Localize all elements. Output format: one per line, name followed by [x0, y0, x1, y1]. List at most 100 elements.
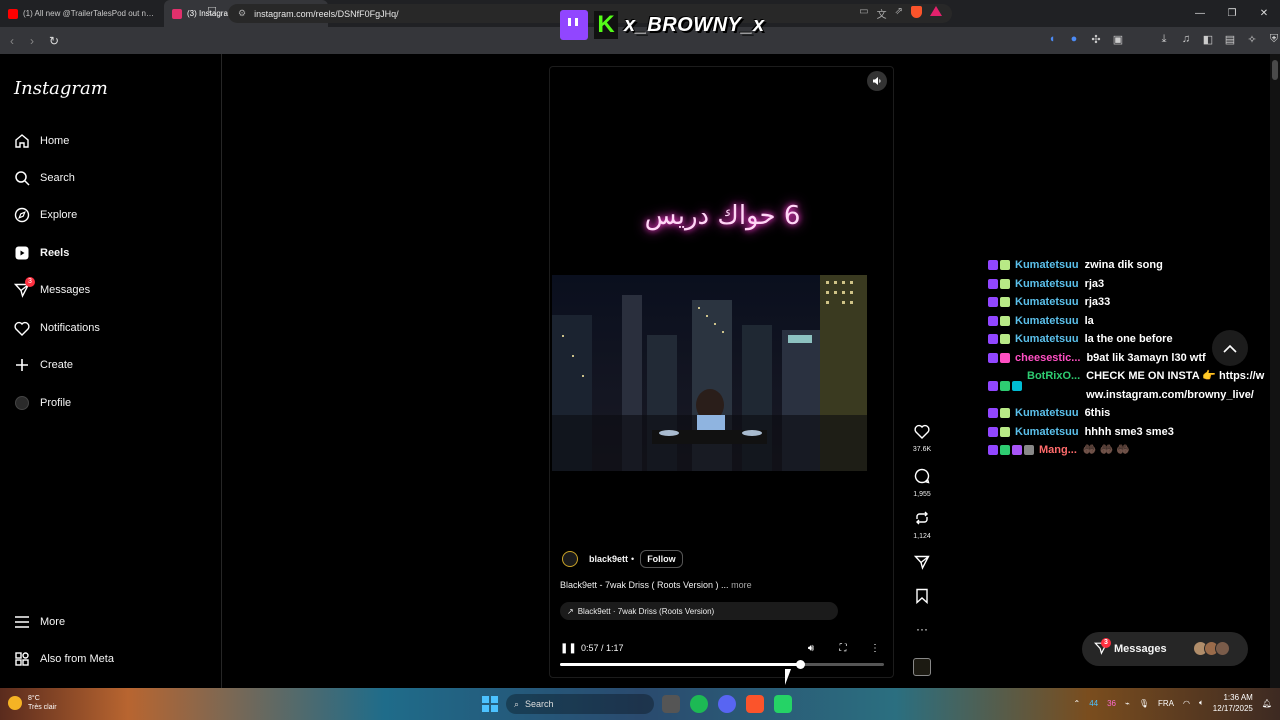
- chat-username[interactable]: Kumatetsuu: [1015, 312, 1079, 331]
- taskbar-search[interactable]: ⌕ Search: [506, 694, 654, 714]
- chat-badge-icon: [1000, 278, 1010, 289]
- sidebar-icon[interactable]: ◧: [1202, 33, 1214, 46]
- volume-icon[interactable]: 🔊︎: [804, 643, 818, 654]
- mute-toggle-button[interactable]: [867, 71, 887, 91]
- chat-username[interactable]: Kumatetsuu: [1015, 275, 1079, 294]
- tray-counter[interactable]: 44: [1089, 699, 1098, 708]
- speaker-icon[interactable]: 🔈︎: [1199, 698, 1204, 708]
- scroll-up-button[interactable]: [1212, 330, 1248, 366]
- leo-icon[interactable]: ✧: [1246, 33, 1258, 46]
- chat-username[interactable]: cheesestic...: [1015, 349, 1080, 368]
- repost-button[interactable]: 1,124: [906, 510, 938, 540]
- network-icon[interactable]: ⌁: [1125, 699, 1130, 708]
- chat-username[interactable]: Kumatetsuu: [1015, 330, 1079, 349]
- chat-username[interactable]: Kumatetsuu: [1015, 404, 1079, 423]
- audio-link[interactable]: ↗ Black9ett · 7wak Driss (Roots Version): [560, 602, 838, 620]
- more-options-icon[interactable]: ···: [906, 622, 938, 636]
- pause-icon[interactable]: ❚❚: [560, 643, 577, 654]
- download-icon[interactable]: ⤓: [1158, 33, 1170, 46]
- instagram-logo[interactable]: Instagram: [14, 78, 108, 99]
- share-button[interactable]: [906, 554, 938, 575]
- messages-button[interactable]: 3 Messages: [1082, 632, 1248, 666]
- chat-username[interactable]: Kumatetsuu: [1015, 423, 1079, 442]
- brave-icon[interactable]: [746, 695, 764, 713]
- follow-button[interactable]: Follow: [640, 550, 683, 568]
- twitch-logo-icon: [560, 10, 588, 40]
- language-indicator[interactable]: FRA: [1158, 699, 1174, 708]
- chat-username[interactable]: BotRixO...: [1027, 367, 1080, 404]
- discord-icon[interactable]: [718, 695, 736, 713]
- sidebar-item-search[interactable]: Search: [12, 166, 75, 190]
- wifi-icon[interactable]: ◠: [1183, 699, 1190, 708]
- start-button[interactable]: [482, 696, 498, 712]
- sidebar-item-messages[interactable]: 3 Messages: [12, 277, 90, 302]
- reel-video[interactable]: 6 حواك دريس black9ett • Follow Black9ett…: [549, 66, 894, 678]
- creator-username[interactable]: black9ett: [589, 554, 628, 564]
- forward-icon[interactable]: ›: [22, 34, 42, 48]
- progress-knob[interactable]: [795, 660, 805, 669]
- like-button[interactable]: 37.6K: [906, 424, 938, 453]
- messages-icon: 3: [1093, 637, 1111, 658]
- clock[interactable]: 1:36 AM 12/17/2025: [1213, 692, 1253, 714]
- microphone-icon[interactable]: 🎙︎: [1139, 699, 1149, 708]
- fullscreen-icon[interactable]: ⛶: [836, 643, 850, 654]
- music-icon[interactable]: ♫: [1180, 33, 1192, 46]
- chat-badge-icon: [988, 426, 998, 437]
- sidebar-item-home[interactable]: Home: [12, 129, 69, 153]
- separator-dot: •: [631, 554, 635, 564]
- creator-avatar[interactable]: [562, 551, 578, 567]
- sidebar-item-explore[interactable]: Explore: [12, 203, 77, 227]
- chat-username[interactable]: Mang...: [1039, 441, 1077, 460]
- chat-badge-icon: [1000, 445, 1010, 456]
- video-options-icon[interactable]: ⋮: [868, 643, 882, 654]
- translate-icon[interactable]: 文: [877, 6, 887, 21]
- sidebar-item-profile[interactable]: Profile: [12, 391, 71, 415]
- maximize-icon[interactable]: ❐: [1216, 0, 1248, 27]
- tray-counter[interactable]: 36: [1107, 699, 1116, 708]
- sidebar-item-also-from-meta[interactable]: Also from Meta: [12, 647, 114, 671]
- reload-icon[interactable]: ↻: [44, 34, 64, 48]
- meta-apps-icon: [12, 649, 32, 669]
- page-scrollbar[interactable]: [1270, 54, 1280, 688]
- bookmark-page-icon[interactable]: ⛉: [208, 6, 216, 19]
- chat-text: la: [1084, 314, 1094, 327]
- browser-tab[interactable]: (1) All new @TrailerTalesPod out now: [0, 0, 164, 27]
- wallet-icon[interactable]: ▤: [1224, 33, 1236, 46]
- task-view-icon[interactable]: [662, 695, 680, 713]
- sidebar-item-label: Reels: [40, 247, 70, 259]
- weather-widget[interactable]: 8°C Très clair: [8, 694, 57, 712]
- chat-message: Mang... 🤲🏿 🤲🏿 🤲🏿: [988, 441, 1268, 460]
- screen-cast-icon[interactable]: ▭: [859, 6, 868, 21]
- sidebar-item-create[interactable]: Create: [12, 353, 73, 377]
- chat-badge-icon: [988, 278, 998, 289]
- back-icon[interactable]: ‹: [2, 34, 22, 48]
- audio-thumbnail[interactable]: [913, 658, 931, 676]
- caption-more-link[interactable]: more: [731, 580, 752, 590]
- sidebar-item-more[interactable]: More: [12, 610, 65, 634]
- share-icon[interactable]: ⇗: [895, 6, 903, 21]
- site-info-icon[interactable]: ⚙: [238, 8, 246, 19]
- tab-icon[interactable]: ▣: [1112, 33, 1124, 46]
- brave-rewards-icon[interactable]: [930, 6, 942, 16]
- comment-button[interactable]: 1,955: [906, 468, 938, 498]
- chat-username[interactable]: Kumatetsuu: [1015, 293, 1079, 312]
- app-icon[interactable]: [774, 695, 792, 713]
- sidebar-item-reels[interactable]: Reels: [12, 241, 69, 265]
- extension-icon[interactable]: ●: [1068, 33, 1080, 46]
- close-window-icon[interactable]: ✕: [1248, 0, 1280, 27]
- chat-badge-icon: [988, 297, 998, 308]
- vpn-icon[interactable]: ⛨: [1268, 33, 1280, 46]
- sidebar-item-notifications[interactable]: Notifications: [12, 316, 100, 340]
- save-button[interactable]: [906, 588, 938, 609]
- minimize-icon[interactable]: —: [1184, 0, 1216, 27]
- chevron-up-icon[interactable]: ⌃: [1074, 699, 1081, 708]
- notification-bell-icon[interactable]: 🔔︎: [1262, 699, 1272, 708]
- chat-username[interactable]: Kumatetsuu: [1015, 256, 1079, 275]
- spotify-icon[interactable]: [690, 695, 708, 713]
- puzzle-icon[interactable]: ✣: [1090, 33, 1102, 46]
- video-progress-bar[interactable]: [560, 660, 884, 669]
- extension-icon[interactable]: ◖: [1046, 33, 1058, 46]
- chat-message: Kumatetsuu 6this: [988, 404, 1268, 423]
- caption-text: Black9ett - 7wak Driss ( Roots Version )…: [560, 580, 729, 590]
- brave-shield-icon[interactable]: [911, 6, 922, 18]
